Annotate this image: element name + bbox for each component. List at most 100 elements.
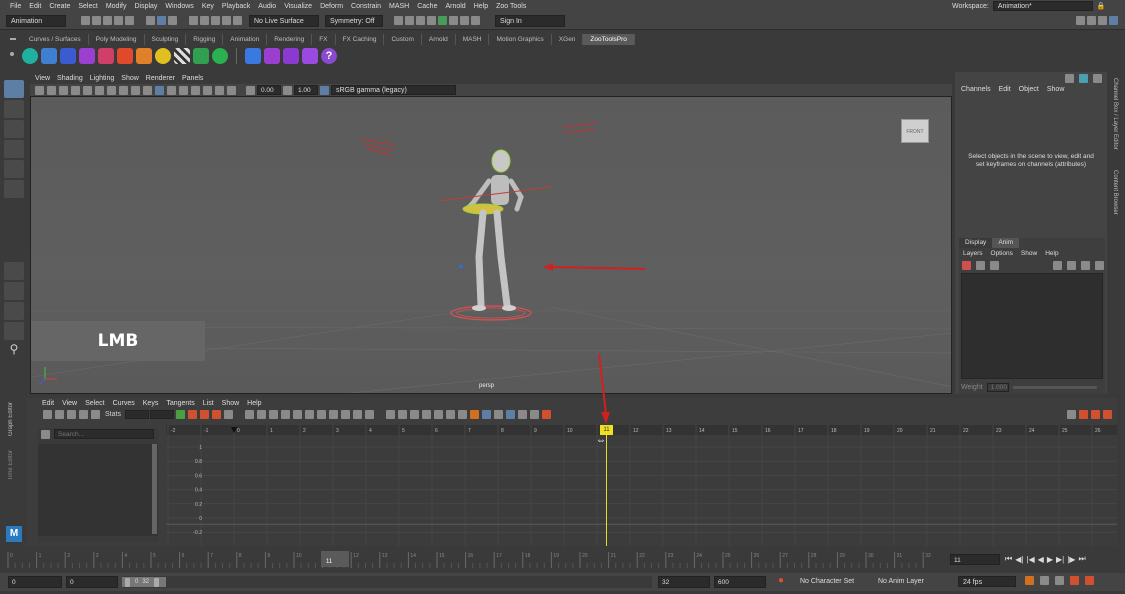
layer-menu-show[interactable]: Show <box>1021 250 1037 257</box>
range-slider[interactable]: 0 32 <box>122 576 652 588</box>
snap-curve-icon[interactable] <box>200 16 209 25</box>
curves-view-icon[interactable] <box>1079 409 1088 419</box>
menu-item-help[interactable]: Help <box>474 3 488 10</box>
panel-menu-shading[interactable]: Shading <box>57 75 83 82</box>
render-settings-icon[interactable] <box>427 16 436 25</box>
paint-select-tool-icon[interactable] <box>4 120 24 138</box>
channel-box-menu-channels[interactable]: Channels <box>961 86 991 93</box>
layer-list[interactable] <box>961 273 1103 379</box>
two-view-icon[interactable] <box>4 302 24 320</box>
shelf-tab-motion-graphics[interactable]: Motion Graphics <box>489 33 552 45</box>
filter-icon[interactable] <box>41 429 50 439</box>
exposure-field[interactable]: 0.00 <box>257 85 281 95</box>
snap-surface-icon[interactable] <box>233 16 242 25</box>
move-tool-icon[interactable] <box>4 140 24 158</box>
safe-action-icon[interactable] <box>215 85 224 95</box>
lights-icon[interactable] <box>119 85 128 95</box>
time-editor-tab[interactable]: Time Editor <box>8 450 14 480</box>
channel-box-menu-show[interactable]: Show <box>1047 86 1065 93</box>
select-component-icon[interactable] <box>168 16 177 25</box>
sign-in-button[interactable]: Sign In <box>495 14 565 27</box>
ipr-render-icon[interactable] <box>416 16 425 25</box>
pause-icon[interactable] <box>471 16 480 25</box>
zoo-rig-icon[interactable] <box>60 48 76 64</box>
viewport-3d[interactable]: FRONT LMB persp <box>30 96 952 394</box>
weight-slider[interactable] <box>1012 385 1097 389</box>
spline-tangent-icon[interactable] <box>256 409 266 419</box>
retime-tool-icon[interactable] <box>91 409 100 419</box>
live-surface-field[interactable]: No Live Surface <box>249 14 319 27</box>
play-backwards-icon[interactable]: ◀ <box>1038 555 1044 564</box>
shelf-tab-curves-surfaces[interactable]: Curves / Surfaces <box>22 33 89 45</box>
menu-item-edit[interactable]: Edit <box>29 3 41 10</box>
anim-prefs-icon[interactable] <box>1070 576 1079 585</box>
buffer-curve-icon[interactable] <box>175 409 185 419</box>
trax-view-icon[interactable] <box>1103 409 1112 419</box>
view-cube[interactable]: FRONT <box>901 119 929 143</box>
channel-box-menu-object[interactable]: Object <box>1019 86 1039 93</box>
snap-point-icon[interactable] <box>211 16 220 25</box>
post-infinity-cycle-icon[interactable] <box>433 409 443 419</box>
menu-item-modify[interactable]: Modify <box>106 3 127 10</box>
shelf-tab-arnold[interactable]: Arnold <box>422 33 456 45</box>
new-scene-icon[interactable] <box>81 16 90 25</box>
layer-down-icon[interactable] <box>1067 260 1076 270</box>
float-icon[interactable] <box>1079 73 1088 83</box>
panel-menu-panels[interactable]: Panels <box>182 75 203 82</box>
shelf-tab-custom[interactable]: Custom <box>384 33 422 45</box>
audio-icon[interactable] <box>1055 576 1064 585</box>
frame-all-icon[interactable] <box>187 409 197 419</box>
shelf-tab-rendering[interactable]: Rendering <box>267 33 313 45</box>
graph-editor-tab[interactable]: Graph Editor <box>8 402 14 436</box>
move-layer-icon[interactable] <box>990 260 999 270</box>
gamma-field[interactable]: 1.00 <box>294 85 318 95</box>
weight-field[interactable]: 1.000 <box>986 382 1009 392</box>
zoo-anim-icon[interactable] <box>98 48 114 64</box>
panel-menu-renderer[interactable]: Renderer <box>146 75 175 82</box>
lock-tangent-icon[interactable] <box>364 409 374 419</box>
open-scene-icon[interactable] <box>92 16 101 25</box>
zoo-tools-icon[interactable] <box>117 48 133 64</box>
zero-key-icon[interactable] <box>1081 260 1090 270</box>
new-layer-selected-icon[interactable] <box>976 260 985 270</box>
value-snap-icon[interactable] <box>493 409 503 419</box>
save-scene-icon[interactable] <box>103 16 112 25</box>
end-time-field[interactable]: 600 <box>714 576 766 588</box>
time-slider[interactable]: 0123456789101112131415161718192021222324… <box>0 548 1125 570</box>
menu-item-mash[interactable]: MASH <box>389 3 409 10</box>
shelf-tab-sculpting[interactable]: Sculpting <box>145 33 187 45</box>
go-to-end-icon[interactable]: ⏭ <box>1078 554 1085 564</box>
layer-menu-help[interactable]: Help <box>1045 250 1058 257</box>
menu-item-display[interactable]: Display <box>134 3 157 10</box>
region-tool-icon[interactable] <box>79 409 88 419</box>
modeling-toolkit-icon[interactable] <box>1076 16 1085 25</box>
time-slider-current[interactable]: 11 <box>321 551 349 567</box>
channel-box-side-tab[interactable]: Channel Box / Layer Editor <box>1112 78 1118 150</box>
menu-item-arnold[interactable]: Arnold <box>445 3 465 10</box>
graph-menu-help[interactable]: Help <box>247 400 261 407</box>
menu-item-playback[interactable]: Playback <box>222 3 250 10</box>
outliner-list[interactable] <box>38 444 158 536</box>
step-tangent-icon[interactable] <box>304 409 314 419</box>
shelf-options-icon[interactable] <box>10 36 18 66</box>
rotate-tool-icon[interactable] <box>4 160 24 178</box>
move-key-icon[interactable] <box>43 409 52 419</box>
menu-item-constrain[interactable]: Constrain <box>351 3 381 10</box>
range-max-handle-icon[interactable] <box>154 577 160 587</box>
menu-item-visualize[interactable]: Visualize <box>284 3 312 10</box>
layer-menu-options[interactable]: Options <box>991 250 1013 257</box>
start-time-field[interactable]: 0 <box>8 576 62 588</box>
textured-icon[interactable] <box>107 85 116 95</box>
tangent-weight-icon[interactable] <box>529 409 539 419</box>
shelf-tab-fx[interactable]: FX <box>312 33 336 45</box>
new-layer-icon[interactable] <box>962 260 971 270</box>
frame-selection-icon[interactable] <box>199 409 209 419</box>
single-view-icon[interactable] <box>4 262 24 280</box>
shelf-tab-rigging[interactable]: Rigging <box>186 33 224 45</box>
outliner-search-input[interactable] <box>54 429 154 439</box>
panel-menu-lighting[interactable]: Lighting <box>90 75 115 82</box>
image-plane-icon[interactable] <box>59 85 68 95</box>
outliner-scrollbar[interactable] <box>152 444 157 534</box>
full-key-icon[interactable] <box>1095 260 1104 270</box>
field-chart-icon[interactable] <box>203 85 212 95</box>
